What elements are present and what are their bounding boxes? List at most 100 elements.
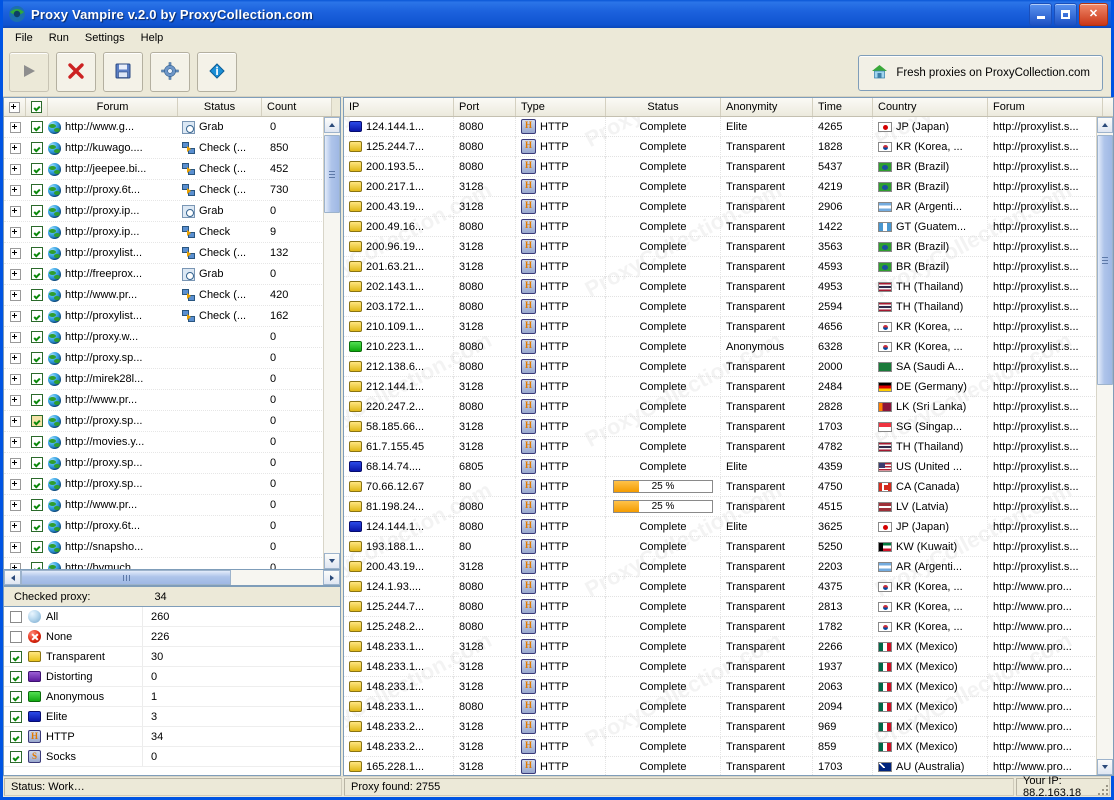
expand-toggle[interactable] [4, 415, 26, 427]
settings-button[interactable] [150, 52, 190, 92]
table-row[interactable]: 201.63.21... 3128 H HTTP Complete Transparent… [344, 256, 1103, 277]
proxy-type-checkbox[interactable] [4, 650, 28, 663]
forum-row[interactable]: http://proxylist... Check (... 162 [4, 306, 324, 327]
expand-toggle[interactable] [4, 457, 26, 469]
forum-row[interactable]: http://bymuch... 0 [4, 558, 324, 569]
table-row[interactable]: 200.43.19... 3128 H HTTP Complete Transparent… [344, 196, 1103, 217]
table-row[interactable]: 200.96.19... 3128 H HTTP Complete Transparent… [344, 236, 1103, 257]
proxy-type-checkbox[interactable] [4, 710, 28, 723]
table-row[interactable]: 193.188.1... 80 H HTTP Complete Transparent 52… [344, 536, 1103, 557]
resize-grip-icon[interactable] [1098, 785, 1108, 795]
forum-row[interactable]: http://kuwago.... Check (... 850 [4, 138, 324, 159]
expand-toggle[interactable] [4, 562, 26, 569]
maximize-button[interactable] [1054, 3, 1077, 26]
table-row[interactable]: 202.143.1... 8080 H HTTP Complete Transparent… [344, 276, 1103, 297]
expand-toggle[interactable] [4, 163, 26, 175]
fresh-proxies-button[interactable]: Fresh proxies on ProxyCollection.com [858, 55, 1103, 91]
forum-row[interactable]: http://proxy.w... 0 [4, 327, 324, 348]
proxy-type-row[interactable]: All 260 [4, 607, 340, 627]
forum-row[interactable]: http://mirek28l... 0 [4, 369, 324, 390]
proxy-type-checkbox[interactable] [4, 730, 28, 743]
proxy-type-row[interactable]: S Socks 0 [4, 747, 340, 767]
scroll-down-button[interactable] [1097, 759, 1113, 775]
stop-button[interactable] [56, 52, 96, 92]
forum-row[interactable]: http://proxy.ip... Grab 0 [4, 201, 324, 222]
forum-row[interactable]: http://proxy.sp... 0 [4, 474, 324, 495]
menu-item-run[interactable]: Run [41, 30, 77, 46]
proxy-type-row[interactable]: Elite 3 [4, 707, 340, 727]
forum-tree-hscrollbar[interactable] [3, 570, 341, 586]
scroll-left-button[interactable] [4, 570, 21, 585]
expand-toggle[interactable] [4, 373, 26, 385]
expand-toggle[interactable] [4, 478, 26, 490]
forum-checkbox[interactable] [26, 226, 48, 238]
menu-item-help[interactable]: Help [133, 30, 172, 46]
proxy-type-row[interactable]: H HTTP 34 [4, 727, 340, 747]
expand-toggle[interactable] [4, 520, 26, 532]
table-row[interactable]: 148.233.2... 3128 H HTTP Complete Transparent… [344, 736, 1103, 757]
proxy-type-checkbox[interactable] [4, 610, 28, 623]
proxy-type-row[interactable]: Anonymous 1 [4, 687, 340, 707]
forum-checkbox[interactable] [26, 352, 48, 364]
table-row[interactable]: 210.223.1... 8080 H HTTP Complete Anonymous 63… [344, 336, 1103, 357]
forum-row[interactable]: http://proxy.sp... 0 [4, 453, 324, 474]
forum-checkbox[interactable] [26, 268, 48, 280]
minimize-button[interactable] [1029, 3, 1052, 26]
hscroll-track[interactable] [21, 570, 323, 585]
column-count[interactable]: Count [262, 98, 332, 116]
table-row[interactable]: 148.233.2... 3128 H HTTP Complete Transparent… [344, 716, 1103, 737]
table-row[interactable]: 203.172.1... 8080 H HTTP Complete Transparent… [344, 296, 1103, 317]
table-row[interactable]: 124.144.1... 8080 H HTTP Complete Elite 4265 JP… [344, 117, 1103, 137]
forum-checkbox[interactable] [26, 541, 48, 553]
forum-row[interactable]: http://proxy.ip... Check 9 [4, 222, 324, 243]
column-status[interactable]: Status [606, 98, 721, 116]
table-row[interactable]: 125.244.7... 8080 H HTTP Complete Transparent… [344, 136, 1103, 157]
forum-row[interactable]: http://proxy.6t... 0 [4, 516, 324, 537]
forum-checkbox[interactable] [26, 520, 48, 532]
menu-item-settings[interactable]: Settings [77, 30, 133, 46]
forum-checkbox[interactable] [26, 331, 48, 343]
forum-row[interactable]: http://freeprox... Grab 0 [4, 264, 324, 285]
forum-row[interactable]: http://proxy.6t... Check (... 730 [4, 180, 324, 201]
expand-toggle[interactable] [4, 205, 26, 217]
forum-row[interactable]: http://proxy.sp... 0 [4, 348, 324, 369]
table-row[interactable]: 124.1.93.... 8080 H HTTP Complete Transparent… [344, 576, 1103, 597]
expand-toggle[interactable] [4, 436, 26, 448]
scroll-track[interactable] [324, 133, 340, 553]
check-all-header[interactable] [26, 98, 48, 116]
forum-checkbox[interactable] [26, 142, 48, 154]
forum-checkbox[interactable] [26, 415, 48, 427]
table-row[interactable]: 148.233.1... 3128 H HTTP Complete Transparent… [344, 656, 1103, 677]
table-row[interactable]: 124.144.1... 8080 H HTTP Complete Elite 3625 JP… [344, 516, 1103, 537]
table-row[interactable]: 220.247.2... 8080 H HTTP Complete Transparent… [344, 396, 1103, 417]
column-port[interactable]: Port [454, 98, 516, 116]
expand-toggle[interactable] [4, 184, 26, 196]
proxy-type-checkbox[interactable] [4, 690, 28, 703]
forum-row[interactable]: http://movies.y... 0 [4, 432, 324, 453]
about-button[interactable] [197, 52, 237, 92]
proxy-type-checkbox[interactable] [4, 670, 28, 683]
expand-toggle[interactable] [4, 121, 26, 133]
column-time[interactable]: Time [813, 98, 873, 116]
forum-checkbox[interactable] [26, 289, 48, 301]
column-type[interactable]: Type [516, 98, 606, 116]
forum-row[interactable]: http://www.pr... 0 [4, 495, 324, 516]
hscroll-thumb[interactable] [21, 570, 231, 585]
table-row[interactable]: 58.185.66... 3128 H HTTP Complete Transparent… [344, 416, 1103, 437]
scroll-up-button[interactable] [324, 117, 340, 133]
proxy-type-checkbox[interactable] [4, 630, 28, 643]
forum-checkbox[interactable] [26, 436, 48, 448]
table-row[interactable]: 81.198.24... 8080 H HTTP 25 % Transparent 4515… [344, 496, 1103, 517]
expand-toggle[interactable] [4, 247, 26, 259]
scroll-thumb[interactable] [324, 135, 340, 213]
forum-row[interactable]: http://jeepee.bi... Check (... 452 [4, 159, 324, 180]
table-row[interactable]: 200.49.16... 8080 H HTTP Complete Transparent… [344, 216, 1103, 237]
table-row[interactable]: 200.43.19... 3128 H HTTP Complete Transparent… [344, 556, 1103, 577]
expand-toggle[interactable] [4, 226, 26, 238]
expand-toggle[interactable] [4, 142, 26, 154]
forum-checkbox[interactable] [26, 499, 48, 511]
expand-toggle[interactable] [4, 541, 26, 553]
table-row[interactable]: 148.233.1... 3128 H HTTP Complete Transparent… [344, 636, 1103, 657]
expand-toggle[interactable] [4, 289, 26, 301]
scroll-down-button[interactable] [324, 553, 340, 569]
